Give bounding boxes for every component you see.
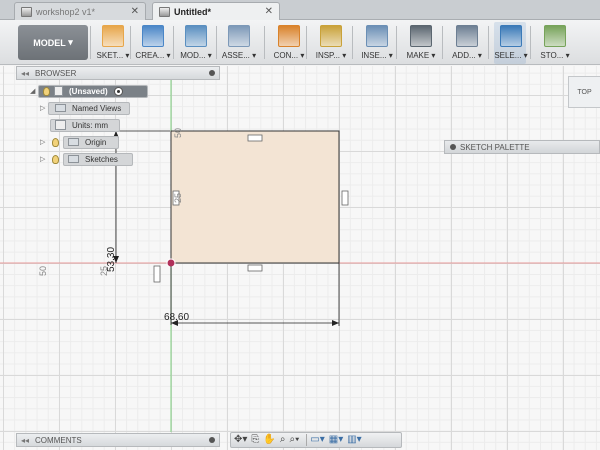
orbit-icon[interactable]: ✥▾ (234, 433, 247, 447)
browser-item-origin[interactable]: ▷ Origin (40, 135, 119, 149)
units-doc-icon (55, 120, 66, 130)
visibility-bulb-icon[interactable] (52, 154, 59, 164)
collapse-icon[interactable]: ◂◂ (21, 69, 29, 78)
grid-label-left: 50 (38, 266, 48, 276)
root-component[interactable]: (Unsaved) (38, 84, 148, 98)
origin-point (166, 258, 176, 268)
grid-label-mid: 25 (173, 193, 183, 203)
browser-panel-header[interactable]: ◂◂ BROWSER (16, 66, 220, 80)
sketches-node[interactable]: Sketches (63, 152, 133, 166)
units-node[interactable]: Units: mm (50, 118, 120, 132)
zoom-icon[interactable]: ⌕ (280, 433, 286, 447)
vertical-constraint-icon (341, 190, 349, 206)
folder-icon (68, 138, 79, 146)
visibility-bulb-icon[interactable] (43, 86, 50, 96)
folder-icon (68, 155, 79, 163)
origin-node[interactable]: Origin (63, 135, 119, 149)
palette-toggle-icon[interactable] (450, 144, 456, 150)
pin-icon[interactable] (209, 70, 215, 76)
folder-icon (55, 104, 66, 112)
display-settings-icon[interactable]: ▭▾ (310, 433, 324, 447)
visibility-bulb-icon[interactable] (52, 137, 59, 147)
view-cube[interactable]: TOP (568, 76, 600, 108)
grid-label-top: 50 (173, 128, 183, 138)
item-label: Origin (85, 137, 107, 147)
item-label: Units: mm (72, 120, 108, 130)
view-cube-face-label: TOP (577, 88, 592, 96)
fix-constraint-icon (153, 265, 161, 283)
browser-item-named-views[interactable]: ▷ Named Views (40, 101, 130, 115)
horizontal-constraint-icon (247, 134, 263, 142)
pan-hand-icon[interactable]: ✋ (263, 433, 275, 447)
pin-icon[interactable] (209, 437, 215, 443)
arrow-head (332, 320, 339, 326)
grid-settings-icon[interactable]: ▦▾ (329, 433, 343, 447)
named-views-node[interactable]: Named Views (48, 101, 130, 115)
expand-triangle-icon[interactable]: ▷ (40, 155, 48, 163)
browser-item-sketches[interactable]: ▷ Sketches (40, 152, 133, 166)
separator (306, 434, 308, 446)
item-label: Named Views (72, 103, 122, 113)
expand-triangle-icon[interactable]: ▷ (40, 104, 48, 112)
zoom-window-icon[interactable]: ⌕▾ (289, 433, 299, 447)
browser-title: BROWSER (35, 68, 77, 78)
grid-label-small: 25 (99, 266, 109, 276)
comments-panel-header[interactable]: ◂◂ COMMENTS (16, 433, 220, 447)
viewports-icon[interactable]: ▥▾ (347, 433, 361, 447)
browser-item-units[interactable]: Units: mm (50, 118, 120, 132)
expand-triangle-icon[interactable]: ▷ (40, 138, 48, 146)
sketch-palette-title: SKETCH PALETTE (460, 142, 530, 152)
active-radio-icon[interactable] (113, 86, 123, 96)
item-label: Sketches (85, 154, 118, 164)
browser-root-row[interactable]: ◢ (Unsaved) (30, 84, 148, 98)
collapse-icon[interactable]: ◂◂ (21, 436, 29, 445)
navigation-bar: ✥▾ ⎘ ✋ ⌕ ⌕▾ ▭▾ ▦▾ ▥▾ (230, 432, 402, 448)
sketch-rectangle (170, 130, 340, 264)
component-icon (54, 86, 63, 96)
comments-title: COMMENTS (35, 435, 82, 445)
width-dimension-label: 68.60 (164, 312, 189, 323)
horizontal-constraint-icon (247, 264, 263, 272)
root-label: (Unsaved) (69, 86, 108, 96)
sketch-palette-header[interactable]: SKETCH PALETTE (444, 140, 600, 154)
look-at-icon[interactable]: ⎘ (251, 433, 259, 447)
collapse-triangle-icon[interactable]: ◢ (30, 87, 38, 95)
